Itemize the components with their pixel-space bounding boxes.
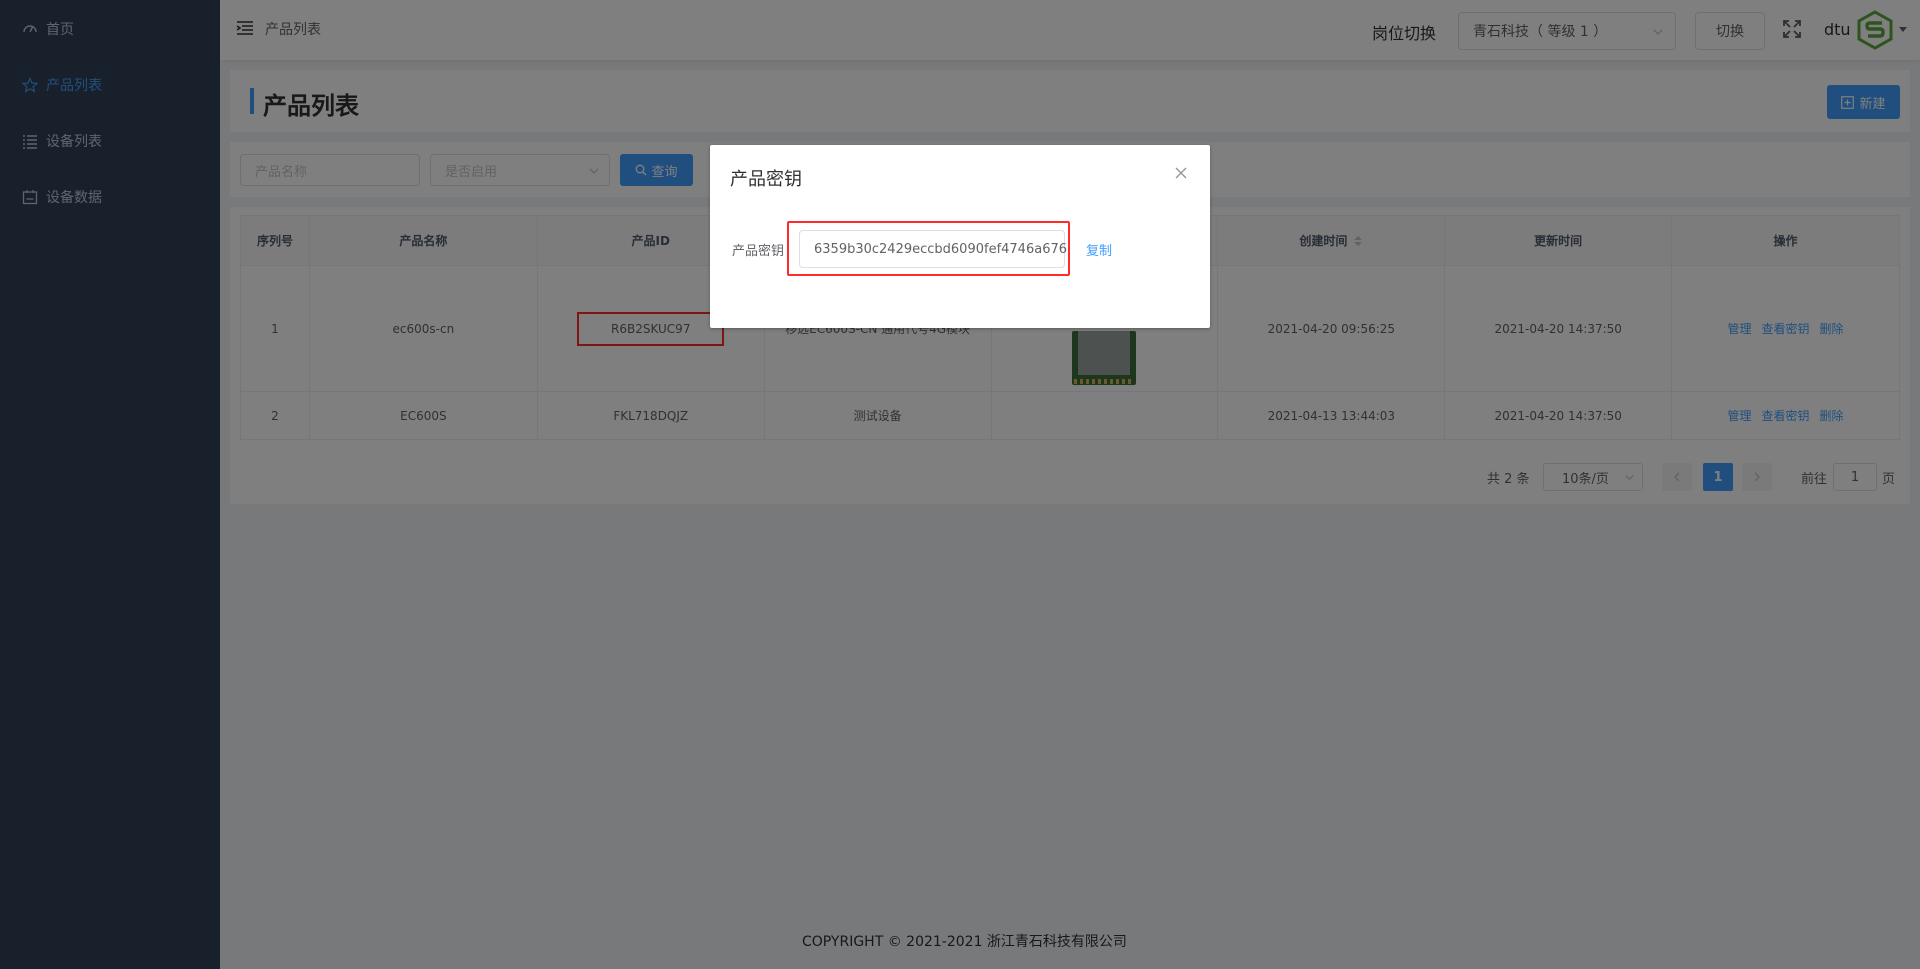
product-key-dialog: 产品密钥 产品密钥 6359b30c2429eccbd6090fef4746a6… bbox=[710, 145, 1210, 328]
copy-link[interactable]: 复制 bbox=[1086, 240, 1112, 259]
key-field-label: 产品密钥 bbox=[732, 244, 785, 259]
close-icon[interactable] bbox=[1175, 167, 1187, 179]
key-highlight-box bbox=[787, 221, 1070, 276]
dialog-title: 产品密钥 bbox=[730, 169, 802, 190]
